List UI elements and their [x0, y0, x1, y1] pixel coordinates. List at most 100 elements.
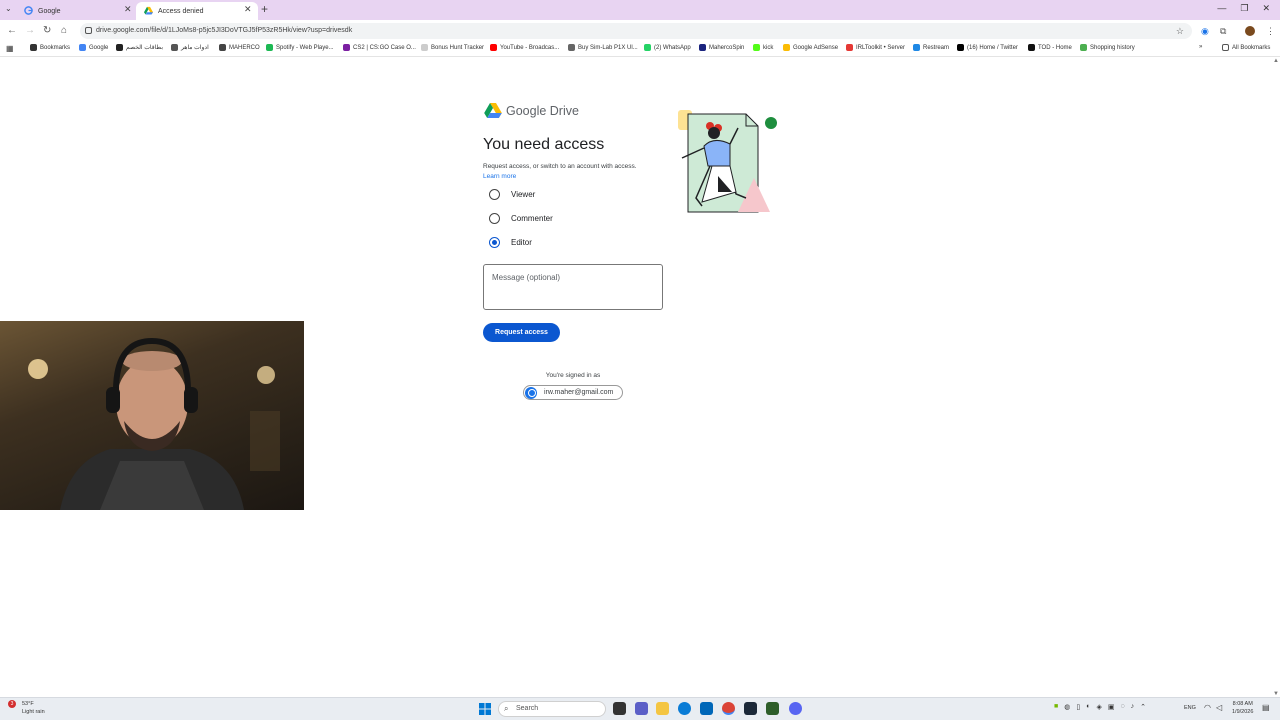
bookmark-item[interactable]: CS2 | CS:GO Case O...	[343, 44, 416, 51]
tab-strip: ⌄ Google ✕ Access denied ✕ + — ❐ ✕	[0, 0, 1280, 20]
edge-icon[interactable]	[678, 702, 691, 715]
learn-more-link[interactable]: Learn more	[483, 173, 516, 180]
bookmark-item[interactable]: Buy Sim-Lab P1X Ul...	[568, 44, 638, 51]
microphone-icon[interactable]: ♪	[1131, 703, 1135, 711]
bookmark-item[interactable]: ادوات ماهر	[171, 44, 209, 51]
new-tab-icon[interactable]: +	[261, 2, 268, 16]
windows-start-icon[interactable]	[479, 703, 491, 715]
nvidia-icon[interactable]: ■	[1054, 703, 1058, 711]
tab-access-denied[interactable]: Access denied ✕	[136, 2, 258, 20]
radio-button[interactable]	[489, 236, 500, 248]
bookmark-label: IRLToolkit • Server	[856, 44, 906, 51]
message-input[interactable]: Message (optional)	[483, 264, 663, 310]
tray-app-icon[interactable]: ◈	[1096, 703, 1101, 711]
volume-icon[interactable]: ◁	[1216, 703, 1222, 712]
tray-app-icon[interactable]: ▣	[1108, 703, 1115, 711]
bookmark-item[interactable]: Shopping history	[1080, 44, 1135, 51]
teams-icon[interactable]	[635, 702, 648, 715]
taskbar-clock[interactable]: 8:08 AM 1/9/2026	[1232, 700, 1253, 716]
bookmark-label: Spotify - Web Playe...	[276, 44, 334, 51]
bookmark-label: Bookmarks	[40, 44, 71, 51]
menu-icon[interactable]: ⋮	[1266, 26, 1275, 37]
bookmarks-bar: ▦ » All Bookmarks Bookmarks Google بطاقات …	[0, 43, 1280, 57]
bookmark-label: TOD - Home	[1038, 44, 1072, 51]
role-option-editor[interactable]: Editor	[489, 235, 532, 249]
bookmark-item[interactable]: Google AdSense	[783, 44, 838, 51]
tray-app-icon[interactable]: ◍	[1064, 703, 1070, 711]
address-bar[interactable]: drive.google.com/file/d/1LJoMs8-p5jc5JI3…	[80, 23, 1192, 39]
access-description: Request access, or switch to an account …	[483, 163, 637, 170]
bookmark-item[interactable]: Bonus Hunt Tracker	[421, 44, 484, 51]
google-drive-logo-icon	[484, 103, 502, 118]
bookmark-label: (2) WhatsApp	[654, 44, 691, 51]
bookmark-item[interactable]: (16) Home / Twitter	[957, 44, 1018, 51]
restore-icon[interactable]: ❐	[1240, 3, 1248, 14]
role-label: Viewer	[511, 189, 536, 199]
tab-google[interactable]: Google ✕	[16, 2, 136, 20]
radio-button[interactable]	[489, 212, 500, 224]
forward-icon[interactable]: →	[25, 25, 35, 36]
bookmark-star-icon[interactable]: ☆	[1176, 23, 1184, 39]
reload-icon[interactable]: ↻	[43, 25, 51, 36]
bookmark-item[interactable]: kick	[753, 44, 773, 51]
bookmark-item[interactable]: Spotify - Web Playe...	[266, 44, 334, 51]
language-indicator[interactable]: ENG	[1184, 705, 1196, 711]
tab-search-chevron-icon[interactable]: ⌄	[5, 4, 12, 13]
bookmark-item[interactable]: MAHERCO	[219, 44, 260, 51]
discord-icon[interactable]	[789, 702, 802, 715]
close-icon[interactable]: ✕	[124, 4, 132, 15]
account-chip[interactable]: irw.maher@gmail.com	[523, 385, 623, 400]
window-controls: — ❐ ✕	[1217, 3, 1270, 14]
scroll-up-icon[interactable]: ▲	[1273, 58, 1279, 64]
page-title: You need access	[483, 136, 605, 153]
back-icon[interactable]: ←	[7, 25, 17, 36]
bookmark-label: بطاقات الخصم	[126, 45, 163, 51]
chevron-up-icon[interactable]: ⌃	[1140, 703, 1146, 711]
bookmark-item[interactable]: TOD - Home	[1028, 44, 1072, 51]
file-explorer-icon[interactable]	[656, 702, 669, 715]
role-option-viewer[interactable]: Viewer	[489, 187, 535, 201]
windows-taskbar: 53°F Light rain 3 ⌕ Search ■ ◍ ▯ ◐ ◈ ▣ ◌…	[0, 697, 1280, 720]
all-bookmarks[interactable]: All Bookmarks	[1222, 44, 1270, 51]
tray-app-icon[interactable]: ◌	[1120, 703, 1124, 711]
tray-app-icon[interactable]: ◐	[1086, 703, 1090, 711]
cast-icon[interactable]: ◉	[1201, 26, 1209, 37]
bookmark-item[interactable]: MahercoSpin	[699, 44, 744, 51]
task-view-icon[interactable]	[613, 702, 626, 715]
radio-button[interactable]	[489, 188, 500, 200]
whatsapp-icon	[644, 44, 651, 51]
app-icon[interactable]	[766, 702, 779, 715]
page-scrollbar[interactable]: ▲ ▼	[1272, 58, 1280, 697]
bookmark-item[interactable]: Restream	[913, 44, 949, 51]
bookmark-item[interactable]: Google	[79, 44, 108, 51]
request-access-button[interactable]: Request access	[483, 323, 560, 342]
bookmark-icon	[568, 44, 575, 51]
bookmark-label: MahercoSpin	[709, 44, 745, 51]
bookmark-label: CS2 | CS:GO Case O...	[353, 44, 416, 51]
store-icon[interactable]	[700, 702, 713, 715]
taskbar-search[interactable]: ⌕ Search	[498, 701, 606, 717]
bookmark-item[interactable]: IRLToolkit • Server	[846, 44, 905, 51]
apps-icon[interactable]: ▦	[6, 44, 14, 53]
minimize-icon[interactable]: —	[1217, 3, 1226, 14]
chrome-icon[interactable]	[722, 702, 735, 715]
window-close-icon[interactable]: ✕	[1262, 3, 1270, 14]
profile-avatar[interactable]	[1245, 26, 1255, 36]
role-option-commenter[interactable]: Commenter	[489, 211, 553, 225]
extensions-icon[interactable]: ⧉	[1220, 26, 1226, 37]
notifications-icon[interactable]: ▤	[1262, 703, 1270, 712]
bookmark-icon	[1080, 44, 1087, 51]
close-icon[interactable]: ✕	[244, 4, 252, 15]
bookmark-item[interactable]: Bookmarks	[30, 44, 70, 51]
bookmark-item[interactable]: YouTube - Broadcas...	[490, 44, 559, 51]
bookmark-item[interactable]: بطاقات الخصم	[116, 44, 163, 51]
more-bookmarks-icon[interactable]: »	[1199, 44, 1202, 50]
weather-temp: 53°F	[22, 701, 34, 707]
steam-icon[interactable]	[744, 702, 757, 715]
wifi-icon[interactable]: ◠	[1204, 703, 1211, 712]
site-info-icon[interactable]	[85, 27, 92, 34]
kick-icon	[753, 44, 760, 51]
tray-app-icon[interactable]: ▯	[1076, 703, 1080, 711]
home-icon[interactable]: ⌂	[61, 25, 67, 36]
bookmark-item[interactable]: (2) WhatsApp	[644, 44, 691, 51]
